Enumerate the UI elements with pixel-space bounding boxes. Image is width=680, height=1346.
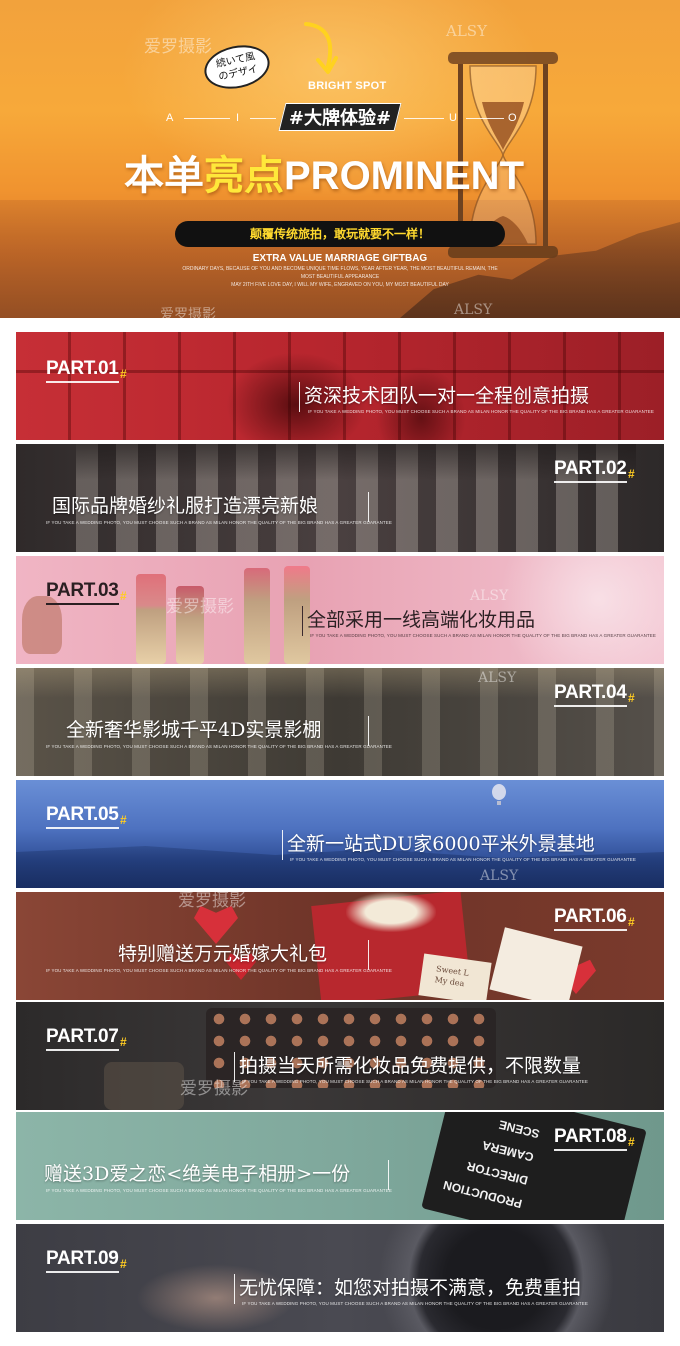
letter-o: O [508,112,517,124]
headline-part-3: PROMINENT [284,154,524,198]
hash-mark: # [120,813,127,827]
banner-title: 国际品牌婚纱礼服打造漂亮新娘 [52,495,319,517]
arrow-icon [304,22,338,74]
gift-bow [346,892,436,932]
part-label: PART.06 [554,906,627,931]
part-label: PART.03 [46,580,119,605]
vertical-divider [282,830,283,860]
part-label: PART.08 [554,1126,627,1151]
hero-banner: 爱罗摄影 ALSY 爱罗摄影 ALSY 続いて風 のデザイ BRIGHT SPO… [0,0,680,318]
banner-title: 无忧保障：如您对拍摄不满意，免费重拍 [239,1277,582,1299]
divider-line [250,118,276,119]
headline-part-1: 本单 [124,153,204,199]
banner-part-06: Sweet L My dea 爱罗摄影 PART.06 # 特别赠送万元婚嫁大礼… [16,892,664,1000]
letter-a: A [166,112,174,124]
headline: 本单亮点PROMINENT [124,150,524,202]
watermark-cn: 爱罗摄影 [180,1079,248,1099]
watermark-en-bottom: ALSY [454,302,493,318]
banner-fine-print: IF YOU TAKE A WEDDING PHOTO, YOU MUST CH… [46,744,392,749]
banner-part-09: PART.09 # 无忧保障：如您对拍摄不满意，免费重拍 IF YOU TAKE… [16,1224,664,1332]
tag-label: #大牌体验# [288,108,392,129]
watermark-en: ALSY [480,868,519,884]
vertical-divider [234,1274,235,1304]
watermark-cn: 爱罗摄影 [144,37,212,57]
watermark-cn: 爱罗摄影 [166,597,234,617]
banner-title: 拍摄当天所需化妆品免费提供，不限数量 [239,1055,582,1077]
watermark-cn: 爱罗摄影 [178,892,246,911]
banner-title: 资深技术团队一对一全程创意拍摄 [304,385,590,407]
hash-mark: # [628,691,635,705]
banner-part-01: PART.01 # 资深技术团队一对一全程创意拍摄 IF YOU TAKE A … [16,332,664,440]
banner-title: 全新一站式DU家6000平米外景基地 [287,833,595,855]
banner-fine-print: IF YOU TAKE A WEDDING PHOTO, YOU MUST CH… [308,409,654,414]
vertical-divider [234,1052,235,1082]
fine-print-line-1: ORDINARY DAYS, BECAUSE OF YOU AND BECOME… [182,266,498,280]
hash-mark: # [120,1257,127,1271]
banner-title: 全新奢华影城千平4D实景影棚 [66,719,322,741]
vertical-divider [388,1160,389,1190]
letter-i: I [236,112,240,124]
vertical-divider [302,606,303,636]
watermark-cn-bottom: 爱罗摄影 [160,307,216,318]
banner-fine-print: IF YOU TAKE A WEDDING PHOTO, YOU MUST CH… [46,968,392,973]
headline-part-2: 亮点 [204,153,284,199]
banner-fine-print: IF YOU TAKE A WEDDING PHOTO, YOU MUST CH… [46,1188,392,1193]
hash-mark: # [628,915,635,929]
divider-line [184,118,230,119]
banner-fine-print: IF YOU TAKE A WEDDING PHOTO, YOU MUST CH… [242,1079,588,1084]
part-label: PART.04 [554,682,627,707]
lipstick [244,568,270,664]
watermark-en: ALSY [470,588,509,604]
vertical-divider [299,382,300,412]
watermark-en: ALSY [446,22,487,40]
watermark-en: ALSY [478,670,517,686]
banner-fine-print: IF YOU TAKE A WEDDING PHOTO, YOU MUST CH… [46,520,392,525]
part-label: PART.09 [46,1248,119,1273]
banner-part-05: ALSY PART.05 # 全新一站式DU家6000平米外景基地 IF YOU… [16,780,664,888]
hot-air-balloon-icon [492,784,506,805]
banner-fine-print: IF YOU TAKE A WEDDING PHOTO, YOU MUST CH… [310,633,656,638]
slogan-text: 颠覆传统旅拍，敢玩就要不一样！ [249,227,430,241]
vertical-divider [368,492,369,522]
banner-title: 全部采用一线高端化妆用品 [307,609,536,631]
lipstick [136,574,166,664]
hash-mark: # [628,1135,635,1149]
divider-line [466,118,504,119]
banner-title: 赠送3D爱之恋<绝美电子相册>一份 [44,1163,351,1185]
part-label: PART.05 [46,804,119,829]
banner-part-07: 爱罗摄影 PART.07 # 拍摄当天所需化妆品免费提供，不限数量 IF YOU… [16,1002,664,1110]
bright-spot-label: BRIGHT SPOT [308,80,387,92]
letter-u: U [449,112,457,124]
divider-line [404,118,444,119]
hash-mark: # [120,367,127,381]
banner-part-02: PART.02 # 国际品牌婚纱礼服打造漂亮新娘 IF YOU TAKE A W… [16,444,664,552]
banner-fine-print: IF YOU TAKE A WEDDING PHOTO, YOU MUST CH… [290,857,636,862]
hash-mark: # [628,467,635,481]
greeting-card: Sweet L My dea [418,953,492,1000]
banner-part-08: PRODUCTION DIRECTOR CAMERA SCENE PART.08… [16,1112,664,1220]
hash-mark: # [120,589,127,603]
part-label: PART.02 [554,458,627,483]
banner-title: 特别赠送万元婚嫁大礼包 [118,943,328,965]
part-label: PART.01 [46,358,119,383]
banner-part-04: ALSY PART.04 # 全新奢华影城千平4D实景影棚 IF YOU TAK… [16,668,664,776]
vertical-divider [368,940,369,970]
fine-print-line-2: MAY 2ITH FIVE LOVE DAY, I WILL MY WIFE, … [231,282,449,288]
banner-fine-print: IF YOU TAKE A WEDDING PHOTO, YOU MUST CH… [242,1301,588,1306]
banner-part-03: 爱罗摄影 ALSY PART.03 # 全部采用一线高端化妆用品 IF YOU … [16,556,664,664]
hash-mark: # [120,1035,127,1049]
vertical-divider [368,716,369,746]
fine-print: ORDINARY DAYS, BECAUSE OF YOU AND BECOME… [180,265,500,289]
subtitle-en: EXTRA VALUE MARRIAGE GIFTBAG [252,253,428,264]
part-label: PART.07 [46,1026,119,1051]
